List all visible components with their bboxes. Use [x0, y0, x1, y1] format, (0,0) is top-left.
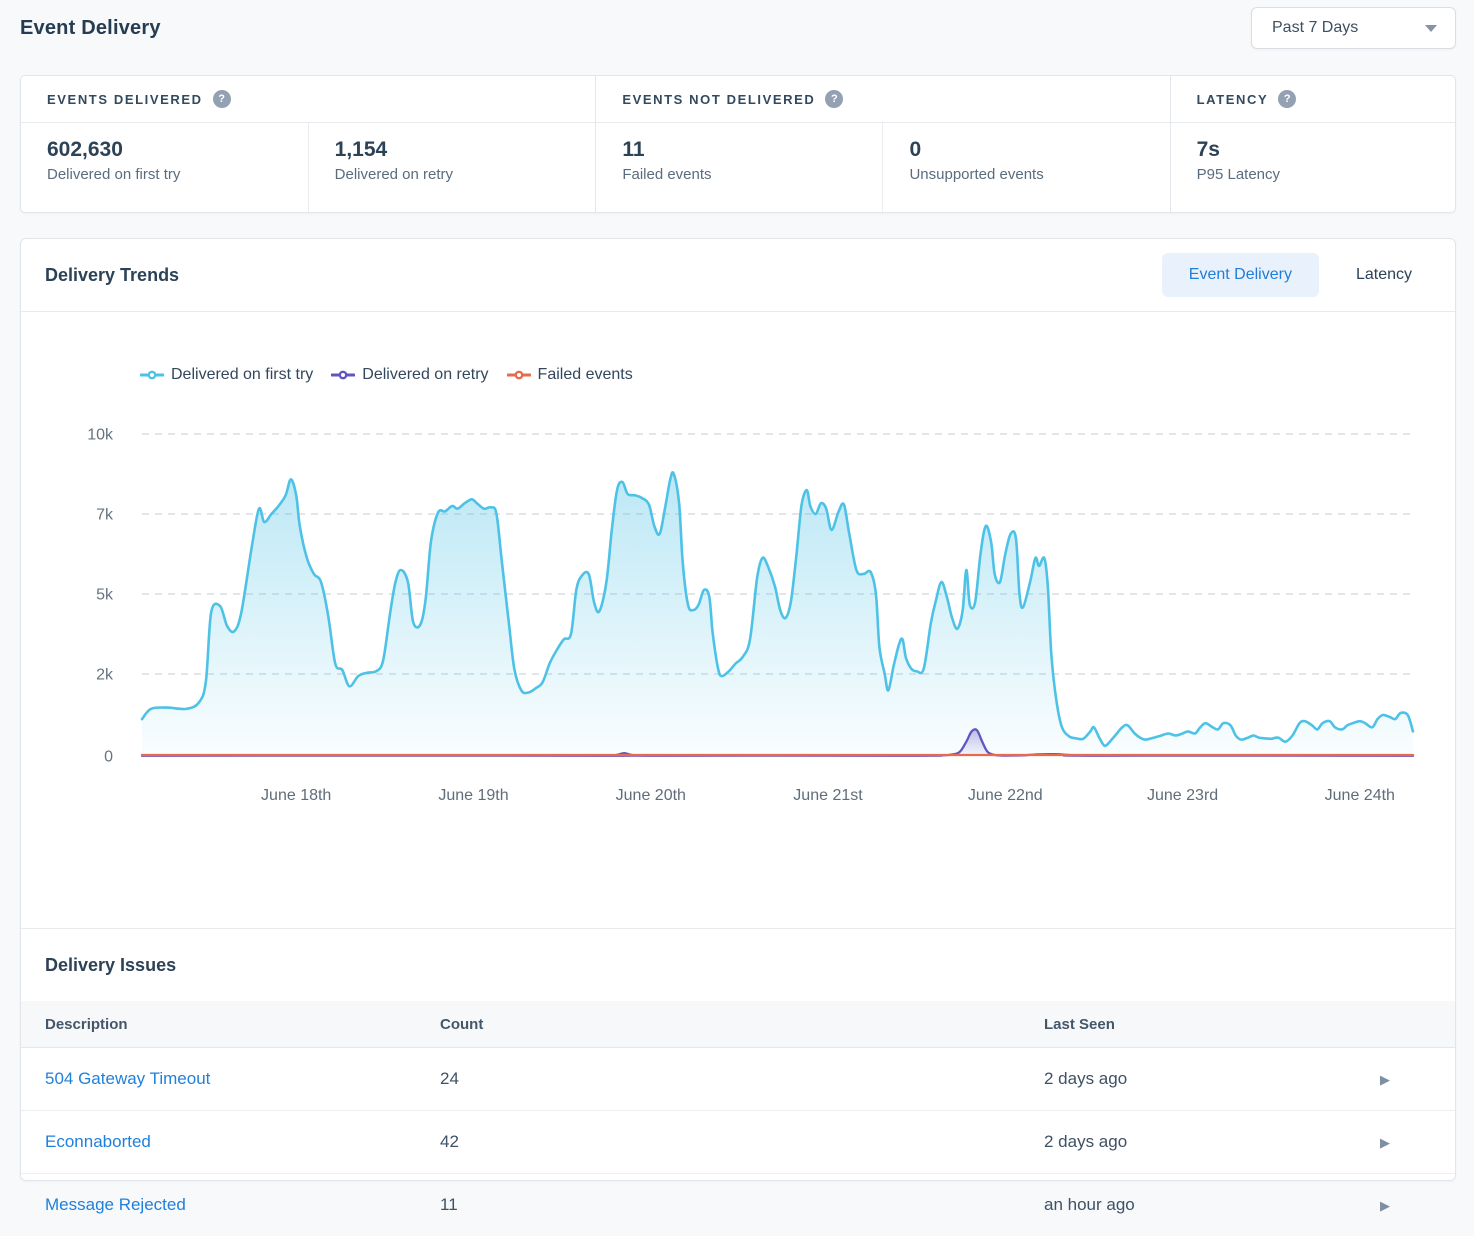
column-header-last-seen: Last Seen [1044, 1016, 1380, 1033]
chart-legend: Delivered on first try Delivered on retr… [140, 364, 1455, 386]
help-icon[interactable]: ? [1278, 90, 1296, 108]
help-icon[interactable]: ? [825, 90, 843, 108]
trends-tabs: Event Delivery Latency [1162, 253, 1439, 297]
svg-text:0: 0 [104, 749, 113, 766]
delivery-trends-chart: Delivered on first try Delivered on retr… [21, 364, 1455, 928]
issue-count: 24 [440, 1069, 1044, 1089]
metric-label: Unsupported events [909, 166, 1149, 183]
legend-line-marker-icon [331, 370, 355, 380]
table-row-504-gateway-timeout[interactable]: 504 Gateway Timeout 24 2 days ago ▶ [21, 1048, 1455, 1111]
legend-item-delivered-retry[interactable]: Delivered on retry [331, 366, 488, 384]
stats-card: EVENTS DELIVERED ? 602,630 Delivered on … [20, 75, 1456, 213]
table-row-econnaborted[interactable]: Econnaborted 42 2 days ago ▶ [21, 1111, 1455, 1174]
tab-event-delivery[interactable]: Event Delivery [1162, 253, 1319, 297]
stats-group-label: EVENTS DELIVERED [47, 92, 203, 107]
legend-label: Delivered on first try [171, 366, 313, 384]
metric-value: 1,154 [335, 138, 576, 162]
metric-failed-events: 11 Failed events [596, 123, 882, 212]
issue-last-seen: an hour ago [1044, 1195, 1380, 1215]
metric-value: 602,630 [47, 138, 288, 162]
svg-text:5k: 5k [96, 587, 114, 604]
metric-delivered-retry: 1,154 Delivered on retry [308, 123, 596, 212]
chevron-right-icon[interactable]: ▶ [1380, 1073, 1390, 1086]
svg-text:June 18th: June 18th [261, 787, 331, 804]
stats-group-header: EVENTS NOT DELIVERED ? [596, 76, 1169, 123]
metric-label: Delivered on retry [335, 166, 576, 183]
top-bar: Event Delivery Past 7 Days [20, 0, 1456, 75]
delivery-trends-card: Delivery Trends Event Delivery Latency D… [20, 238, 1456, 1181]
delivery-issues-header: Delivery Issues [21, 928, 1455, 1001]
metric-label: P95 Latency [1197, 166, 1435, 183]
metric-label: Delivered on first try [47, 166, 288, 183]
stats-group-latency: LATENCY ? 7s P95 Latency [1170, 76, 1455, 212]
issue-count: 11 [440, 1195, 1044, 1215]
svg-text:June 20th: June 20th [616, 787, 686, 804]
stats-group-events-not-delivered: EVENTS NOT DELIVERED ? 11 Failed events … [595, 76, 1169, 212]
svg-text:June 24th: June 24th [1325, 787, 1395, 804]
issue-link[interactable]: 504 Gateway Timeout [45, 1069, 210, 1088]
event-delivery-page: Event Delivery Past 7 Days EVENTS DELIVE… [0, 0, 1474, 1181]
svg-text:June 22nd: June 22nd [968, 787, 1043, 804]
stats-group-header: LATENCY ? [1171, 76, 1455, 123]
metric-value: 11 [622, 138, 862, 162]
legend-label: Delivered on retry [362, 366, 488, 384]
time-range-dropdown[interactable]: Past 7 Days [1251, 7, 1456, 49]
metric-label: Failed events [622, 166, 862, 183]
metric-p95-latency: 7s P95 Latency [1171, 123, 1455, 212]
legend-item-delivered-first-try[interactable]: Delivered on first try [140, 366, 313, 384]
issue-link[interactable]: Econnaborted [45, 1132, 151, 1151]
svg-text:June 19th: June 19th [438, 787, 508, 804]
stats-group-body: 7s P95 Latency [1171, 123, 1455, 212]
issues-table-header: Description Count Last Seen [21, 1001, 1455, 1048]
stats-group-body: 11 Failed events 0 Unsupported events [596, 123, 1169, 212]
issue-last-seen: 2 days ago [1044, 1132, 1380, 1152]
chevron-right-icon[interactable]: ▶ [1380, 1199, 1390, 1212]
trends-header: Delivery Trends Event Delivery Latency [21, 239, 1455, 312]
metric-value: 7s [1197, 138, 1435, 162]
stats-group-header: EVENTS DELIVERED ? [21, 76, 595, 123]
help-icon[interactable]: ? [213, 90, 231, 108]
stats-group-events-delivered: EVENTS DELIVERED ? 602,630 Delivered on … [21, 76, 595, 212]
svg-text:June 23rd: June 23rd [1147, 787, 1218, 804]
time-range-value: Past 7 Days [1272, 19, 1358, 37]
svg-text:2k: 2k [96, 667, 114, 684]
metric-value: 0 [909, 138, 1149, 162]
legend-label: Failed events [538, 366, 633, 384]
metric-unsupported-events: 0 Unsupported events [882, 123, 1169, 212]
area-chart-plot: 0 2k 5k 7k 10k June 18th June 19th June 20th Jun… [21, 388, 1455, 818]
issue-last-seen: 2 days ago [1044, 1069, 1380, 1089]
legend-item-failed-events[interactable]: Failed events [507, 366, 633, 384]
metric-delivered-first-try: 602,630 Delivered on first try [21, 123, 308, 212]
stats-group-label: LATENCY [1197, 92, 1269, 107]
chevron-right-icon[interactable]: ▶ [1380, 1136, 1390, 1149]
table-row-message-rejected[interactable]: Message Rejected 11 an hour ago ▶ [21, 1174, 1455, 1236]
page-title: Event Delivery [20, 17, 161, 40]
issue-count: 42 [440, 1132, 1044, 1152]
svg-text:7k: 7k [96, 507, 114, 524]
stats-group-body: 602,630 Delivered on first try 1,154 Del… [21, 123, 595, 212]
svg-text:10k: 10k [87, 427, 114, 444]
svg-text:June 21st: June 21st [793, 787, 863, 804]
legend-line-marker-icon [507, 370, 531, 380]
delivery-issues-title: Delivery Issues [45, 955, 176, 976]
trends-title: Delivery Trends [45, 265, 179, 286]
column-header-count: Count [440, 1016, 1044, 1033]
stats-group-label: EVENTS NOT DELIVERED [622, 92, 815, 107]
legend-line-marker-icon [140, 370, 164, 380]
chevron-down-icon [1425, 25, 1437, 32]
column-header-description: Description [21, 1016, 440, 1033]
tab-latency[interactable]: Latency [1329, 253, 1439, 297]
